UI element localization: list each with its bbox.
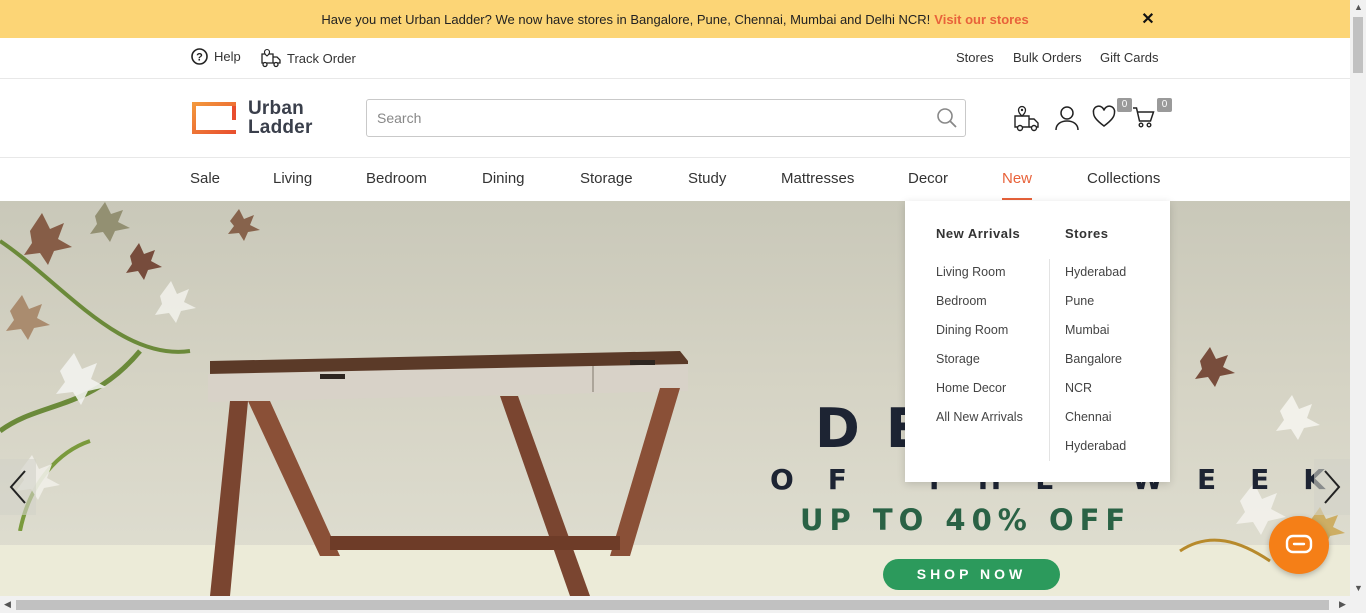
- promo-bar: Have you met Urban Ladder? We now have s…: [0, 0, 1350, 38]
- nav-item-new[interactable]: New: [1002, 170, 1032, 187]
- dropdown-link-storage[interactable]: Storage: [936, 352, 980, 366]
- dropdown-link-all-new-arrivals[interactable]: All New Arrivals: [936, 410, 1023, 424]
- stores-heading: Stores: [1065, 226, 1109, 241]
- horizontal-scrollbar[interactable]: ◀ ▶: [0, 596, 1366, 613]
- nav-item-sale[interactable]: Sale: [190, 170, 220, 187]
- dropdown-link-home-decor[interactable]: Home Decor: [936, 381, 1006, 395]
- page: Have you met Urban Ladder? We now have s…: [0, 0, 1366, 613]
- logo-line-2: Ladder: [248, 117, 313, 138]
- carousel-next-button[interactable]: [1314, 459, 1350, 515]
- cart-button[interactable]: 0: [1132, 98, 1172, 133]
- help-icon: ?: [191, 48, 208, 65]
- chat-widget-button[interactable]: [1269, 516, 1329, 574]
- track-order-icon: [261, 48, 281, 68]
- logo-mark-icon: [192, 102, 236, 134]
- track-order-link[interactable]: Track Order: [260, 48, 356, 68]
- chevron-left-icon: [9, 470, 26, 504]
- search-icon[interactable]: [935, 106, 959, 130]
- shop-now-button[interactable]: SHOP NOW: [883, 559, 1060, 590]
- help-label: Help: [214, 49, 241, 64]
- cart-count-badge: 0: [1157, 98, 1172, 112]
- dropdown-link-store-hyderabad-2[interactable]: Hyderabad: [1065, 439, 1126, 453]
- logo-text: Urban Ladder: [248, 99, 313, 137]
- category-nav: Sale Living Bedroom Dining Storage Study…: [0, 158, 1350, 201]
- nav-item-decor[interactable]: Decor: [908, 170, 948, 187]
- svg-text:?: ?: [196, 52, 203, 64]
- close-promo-icon[interactable]: ✕: [1140, 9, 1156, 28]
- nav-item-mattresses[interactable]: Mattresses: [781, 170, 854, 187]
- carousel-prev-button[interactable]: [0, 459, 36, 515]
- dropdown-divider: [1049, 259, 1050, 461]
- main-header: Urban Ladder 0 0: [0, 79, 1350, 158]
- account-icon[interactable]: [1052, 105, 1082, 133]
- scroll-up-icon[interactable]: ▲: [1354, 2, 1363, 12]
- nav-item-living[interactable]: Living: [273, 170, 312, 187]
- chevron-right-icon: [1324, 470, 1341, 504]
- hero-offer: UP TO 40% OFF: [800, 503, 1132, 537]
- chat-bubble-icon: [1285, 534, 1313, 554]
- scroll-left-icon[interactable]: ◀: [4, 599, 11, 610]
- active-nav-underline: [1002, 198, 1032, 200]
- scroll-down-icon[interactable]: ▼: [1354, 583, 1363, 593]
- dropdown-link-store-hyderabad[interactable]: Hyderabad: [1065, 265, 1126, 279]
- help-link[interactable]: ? Help: [191, 48, 241, 65]
- dropdown-link-bedroom[interactable]: Bedroom: [936, 294, 987, 308]
- visit-stores-link[interactable]: Visit our stores: [934, 12, 1028, 27]
- horizontal-scroll-thumb[interactable]: [16, 600, 1329, 610]
- dropdown-link-dining-room[interactable]: Dining Room: [936, 323, 1008, 337]
- bulk-orders-link[interactable]: Bulk Orders: [1013, 50, 1082, 65]
- scroll-right-icon[interactable]: ▶: [1339, 599, 1346, 610]
- dropdown-link-living-room[interactable]: Living Room: [936, 265, 1005, 279]
- dropdown-link-store-mumbai[interactable]: Mumbai: [1065, 323, 1109, 337]
- nav-item-study[interactable]: Study: [688, 170, 726, 187]
- gift-cards-link[interactable]: Gift Cards: [1100, 50, 1159, 65]
- wishlist-button[interactable]: 0: [1092, 98, 1132, 133]
- new-dropdown-menu: New Arrivals Stores Living Room Bedroom …: [905, 201, 1170, 482]
- heart-icon: [1092, 105, 1116, 127]
- wishlist-count-badge: 0: [1117, 98, 1132, 112]
- dropdown-link-store-chennai[interactable]: Chennai: [1065, 410, 1112, 424]
- logo-line-1: Urban: [248, 98, 304, 119]
- dropdown-link-store-pune[interactable]: Pune: [1065, 294, 1094, 308]
- vertical-scroll-thumb[interactable]: [1353, 17, 1363, 73]
- nav-item-storage[interactable]: Storage: [580, 170, 633, 187]
- promo-text: Have you met Urban Ladder? We now have s…: [321, 11, 931, 27]
- vertical-scrollbar[interactable]: ▲ ▼: [1350, 0, 1366, 596]
- track-order-label: Track Order: [287, 50, 356, 66]
- nav-item-dining[interactable]: Dining: [482, 170, 525, 187]
- nav-item-bedroom[interactable]: Bedroom: [366, 170, 427, 187]
- cart-icon: [1133, 107, 1155, 128]
- urban-ladder-logo[interactable]: Urban Ladder: [190, 98, 330, 138]
- track-delivery-icon[interactable]: [1012, 105, 1042, 133]
- new-arrivals-heading: New Arrivals: [936, 226, 1021, 241]
- dropdown-link-store-ncr[interactable]: NCR: [1065, 381, 1092, 395]
- desk-image: [208, 351, 688, 596]
- dropdown-link-store-bangalore[interactable]: Bangalore: [1065, 352, 1122, 366]
- nav-item-collections[interactable]: Collections: [1087, 170, 1160, 187]
- utility-bar: ? Help Track Order Stores Bulk Orders Gi…: [0, 38, 1350, 79]
- stores-link[interactable]: Stores: [956, 50, 994, 65]
- search-input[interactable]: [367, 100, 907, 136]
- search-box: [366, 99, 966, 137]
